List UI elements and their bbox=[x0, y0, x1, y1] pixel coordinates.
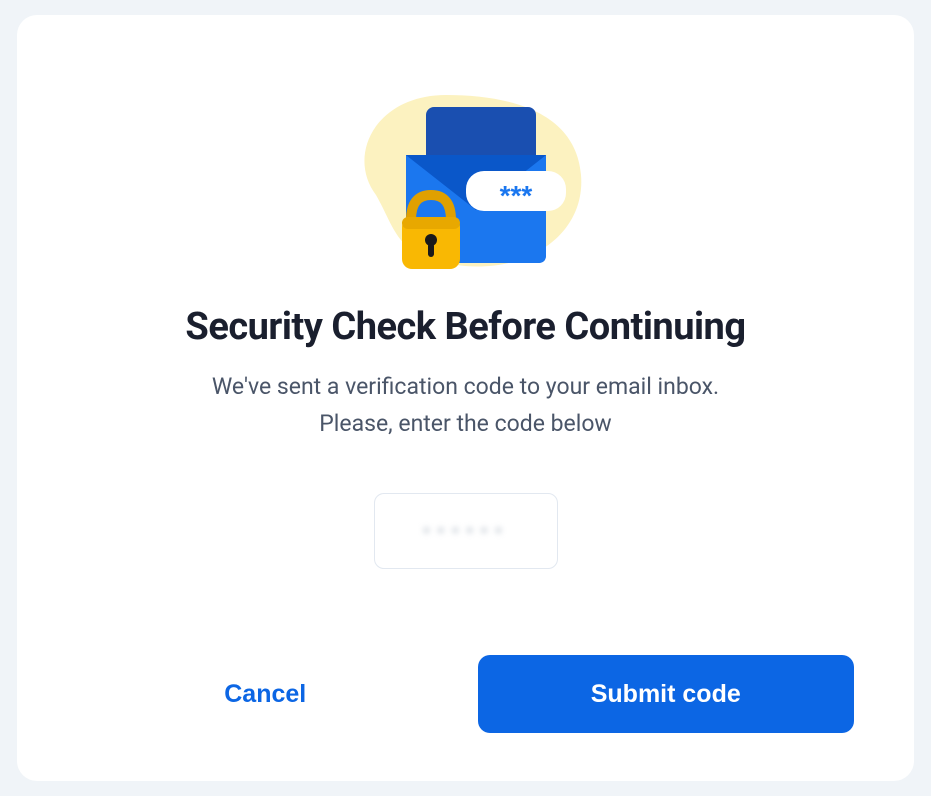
secure-email-illustration: *** bbox=[316, 65, 616, 285]
subheading-line-1: We've sent a verification code to your e… bbox=[212, 373, 719, 400]
heading: Security Check Before Continuing bbox=[185, 305, 745, 349]
verification-code-input[interactable] bbox=[374, 493, 558, 569]
security-check-card: *** Security Check Before Continuing We'… bbox=[17, 15, 914, 781]
cancel-button[interactable]: Cancel bbox=[77, 655, 454, 733]
subheading-line-2: Please, enter the code below bbox=[319, 410, 611, 437]
subheading: We've sent a verification code to your e… bbox=[212, 369, 719, 443]
submit-code-button[interactable]: Submit code bbox=[478, 655, 855, 733]
button-row: Cancel Submit code bbox=[77, 655, 854, 733]
svg-text:***: *** bbox=[499, 180, 532, 211]
